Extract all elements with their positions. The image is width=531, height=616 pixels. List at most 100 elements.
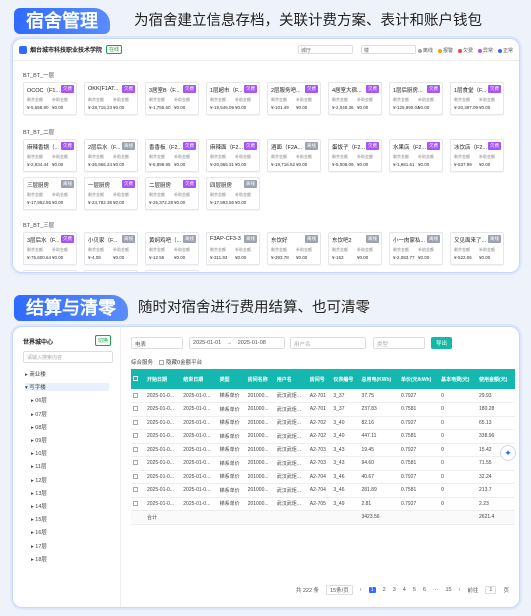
room-card[interactable]: 1层超市（F... 欠费 剩余金额 补助金额 ¥-19,545.09 ¥0.00 — [206, 82, 260, 115]
column-header[interactable]: 单价(元/kWh) — [398, 369, 440, 389]
room-card[interactable]: 麻辣面（F2... 欠费 剩余金额 补助金额 ¥-20,966.31 ¥0.00 — [206, 139, 260, 172]
row-select-cell[interactable] — [131, 483, 145, 498]
column-header[interactable]: 房间号 — [307, 369, 332, 389]
room-card[interactable]: 麻辣香锅（... 欠费 剩余金额 补助金额 ¥-2,834.44 ¥0.00 — [23, 139, 77, 172]
row-select-cell[interactable] — [131, 456, 145, 471]
room-card[interactable]: 4居室大宿... 欠费 剩余金额 补助金额 ¥-2,048.36 ¥0.00 — [328, 82, 382, 115]
tree-item[interactable]: ▸ 13层 — [31, 489, 109, 497]
room-card[interactable]: OCOC（F1... 欠费 剩余金额 补助金额 ¥-5,558.80 ¥0.00 — [23, 82, 77, 115]
row-select-cell[interactable] — [131, 470, 145, 484]
room-card[interactable]: 蛋饭子（F2... 欠费 剩余金额 补助金额 ¥-5,008.09 ¥0.00 — [328, 139, 382, 172]
room-card[interactable]: 又见面来了... 离线 剩余金额 补助金额 ¥-522.06 ¥0.00 — [450, 232, 504, 265]
table-row[interactable]: 2025-01-0... 2025-01-0... 梯系单价 201000... 武汉武… — [131, 416, 515, 430]
room-card[interactable]: 水果店（F2... 欠费 剩余金额 补助金额 ¥-1,681.61 ¥0.00 — [389, 139, 443, 172]
next-page-button[interactable]: › — [459, 587, 461, 593]
table-row[interactable]: 2025-01-0... 2025-01-0... 梯系单价 201000... 武汉武… — [131, 402, 515, 417]
room-card[interactable]: 2层服务吧... 欠费 剩余金额 补助金额 ¥-101.49 ¥0.00 — [267, 82, 321, 115]
table-row[interactable]: 2025-01-0... 2025-01-0... 梯系单价 201000... 武汉武… — [131, 429, 515, 444]
room-card[interactable]: 冰饮店（F2... 欠费 剩余金额 补助金额 ¥-537.99 ¥0.00 — [450, 139, 504, 172]
page-number[interactable]: 3 — [393, 587, 396, 593]
page-number[interactable]: ··· — [433, 587, 439, 593]
tree-item[interactable]: ▸ 12层 — [31, 476, 109, 484]
room-card[interactable]: 四层厨房 离线 剩余金额 补助金额 ¥-17,993.56 ¥0.00 — [206, 177, 260, 210]
tree-item[interactable]: ▸ 07层 — [31, 410, 109, 418]
room-card[interactable]: 1层后厨房... 欠费 剩余金额 补助金额 ¥-125,990.04 ¥0.00 — [389, 82, 443, 115]
select-all-cell[interactable] — [131, 369, 145, 389]
tree-item[interactable]: ▸ 17层 — [31, 542, 109, 550]
room-card[interactable]: 三层厨房 离线 剩余金额 补助金额 ¥-17,952.55 ¥0.00 — [23, 177, 77, 210]
page-number[interactable]: 6 — [423, 587, 426, 593]
tree-item[interactable]: ▸ 15层 — [31, 515, 109, 523]
goto-input[interactable]: 1 — [485, 586, 497, 594]
table-row[interactable]: 2025-01-0... 2025-01-0... 梯系单价 201000... 武汉武… — [131, 483, 515, 498]
tree-item[interactable]: ▸ 08层 — [31, 423, 109, 431]
floor-select[interactable]: 楼 — [361, 45, 416, 54]
column-header[interactable]: 使用金额(元) — [477, 369, 515, 389]
hide-zero-checkbox[interactable]: 隐藏0金额平台 — [159, 358, 202, 366]
column-header[interactable]: 基本电费(元) — [439, 369, 478, 389]
column-header[interactable]: 用户名 — [274, 369, 308, 389]
room-card[interactable]: 东饮好1离线 — [23, 270, 77, 272]
meter-type-select[interactable]: 电表 — [131, 337, 183, 349]
room-card[interactable]: 黄焖鸡吧（... 离线 剩余金额 补助金额 ¥-12.55 ¥0.00 — [145, 232, 199, 265]
tree-item[interactable]: ▸ 14层 — [31, 502, 109, 510]
room-card[interactable]: 二层厨房 欠费 剩余金额 补助金额 ¥-25,372.28 ¥0.00 — [145, 177, 199, 210]
tree-item[interactable]: ▸ 10层 — [31, 449, 109, 457]
room-card[interactable]: 3居室B（F... 欠费 剩余金额 补助金额 ¥-1,755.60 ¥0.00 — [145, 82, 199, 115]
tree-item[interactable]: ▾ 写字楼 — [25, 383, 109, 392]
tree-item[interactable]: ▸ 16层 — [31, 528, 109, 536]
room-card[interactable]: 香香板（F2... 欠费 剩余金额 补助金额 ¥-6,898.95 ¥0.00 — [145, 139, 199, 172]
tree-item[interactable]: ▸ 11层 — [31, 462, 109, 470]
room-card[interactable]: 小一肉家私... 离线 剩余金额 补助金额 ¥-2,083.77 ¥0.00 — [389, 232, 443, 265]
room-card[interactable]: 小饮家庭简...欠费 — [84, 270, 138, 272]
type-select[interactable]: 类型 — [373, 337, 425, 349]
export-button[interactable]: 导出 — [431, 337, 453, 349]
column-header[interactable]: 总用电(KWh) — [359, 369, 399, 389]
page-number[interactable]: 1 — [368, 587, 376, 593]
column-header[interactable]: 房间名称 — [245, 369, 275, 389]
table-row[interactable]: 2025-01-0... 2025-01-0... 梯系单价 201000... 武汉武… — [131, 389, 515, 403]
building-select[interactable]: 城厅 — [298, 45, 353, 54]
page-number[interactable]: 4 — [403, 587, 406, 593]
page-number[interactable]: 2 — [383, 587, 386, 593]
tree-item[interactable]: ▸ 18层 — [31, 555, 109, 563]
column-header[interactable]: 结束日期 — [181, 369, 218, 389]
room-card[interactable]: 酒面（F2A... 离线 剩余金额 补助金额 ¥-19,716.52 ¥0.00 — [267, 139, 321, 172]
column-header[interactable]: 类型 — [217, 369, 246, 389]
row-select-cell[interactable] — [131, 443, 145, 457]
page-size-select[interactable]: 15条/页 — [326, 585, 353, 595]
column-header[interactable]: 开始日期 — [145, 369, 182, 389]
prev-page-button[interactable]: ‹ — [360, 587, 362, 593]
page-number[interactable]: 15 — [445, 587, 451, 593]
room-card[interactable]: F3AP-CF3-3 离线 剩余金额 补助金额 ¥-311.93 ¥0.00 — [206, 232, 260, 265]
row-select-cell[interactable] — [131, 429, 145, 444]
page-number[interactable]: 5 — [413, 587, 416, 593]
room-card[interactable]: 3层后水（F... 欠费 剩余金额 补助金额 ¥-75,600.64 ¥0.00 — [23, 232, 77, 265]
row-select-cell[interactable] — [131, 402, 145, 417]
search-input[interactable]: 请输入搜索内容 — [23, 351, 113, 363]
tree-item[interactable]: ▸ 09层 — [31, 436, 109, 444]
column-header[interactable]: 仪表编号 — [331, 369, 360, 389]
room-card[interactable]: 1层食堂（F... 欠费 剩余金额 补助金额 ¥-20,397.09 ¥0.00 — [450, 82, 504, 115]
room-card[interactable]: OKK(F1AT... 欠费 剩余金额 补助金额 ¥-28,715.23 ¥0.00 — [84, 82, 138, 115]
room-card[interactable]: 一层厨房 欠费 剩余金额 补助金额 ¥-24,782.38 ¥0.00 — [84, 177, 138, 210]
room-card[interactable]: 肉肉蛋饭(F3...离线 — [145, 270, 199, 272]
row-select-cell[interactable] — [131, 497, 145, 511]
room-card[interactable]: 东饮好 离线 剩余金额 补助金额 ¥-393.78 ¥0.00 — [267, 232, 321, 265]
row-select-cell[interactable] — [131, 416, 145, 430]
table-row[interactable]: 2025-01-0... 2025-01-0... 梯系单价 201000... 武汉武… — [131, 470, 515, 484]
tree-item[interactable]: ▸ 商业楼 — [25, 370, 109, 378]
room-card[interactable]: 东饮吧2 离线 剩余金额 补助金额 ¥-153 ¥0.00 — [328, 232, 382, 265]
room-card[interactable]: 小贝家（F... 离线 剩余金额 补助金额 ¥-4.08 ¥0.00 — [84, 232, 138, 265]
user-input[interactable]: 用户名 — [290, 337, 366, 349]
tab-service[interactable]: 综合服务 — [131, 358, 153, 366]
table-row[interactable]: 2025-01-0... 2025-01-0... 梯系单价 201000... 武汉武… — [131, 443, 515, 457]
date-range-picker[interactable]: 2025-01-01 → 2025-01-08 — [189, 337, 285, 349]
switch-button[interactable]: 切换 — [95, 335, 112, 346]
table-row[interactable]: 2025-01-0... 2025-01-0... 梯系单价 201000... 武汉武… — [131, 497, 515, 511]
table-row[interactable]: 2025-01-0... 2025-01-0... 梯系单价 201000... 武汉武… — [131, 456, 515, 471]
room-card[interactable]: 2层后水（F... 离线 剩余金额 补助金额 ¥-36,966.24 ¥0.00 — [84, 139, 138, 172]
assistant-icon[interactable]: ✦ — [500, 445, 516, 461]
tree-item[interactable]: ▸ 06层 — [31, 396, 109, 404]
row-select-cell[interactable] — [131, 389, 145, 403]
